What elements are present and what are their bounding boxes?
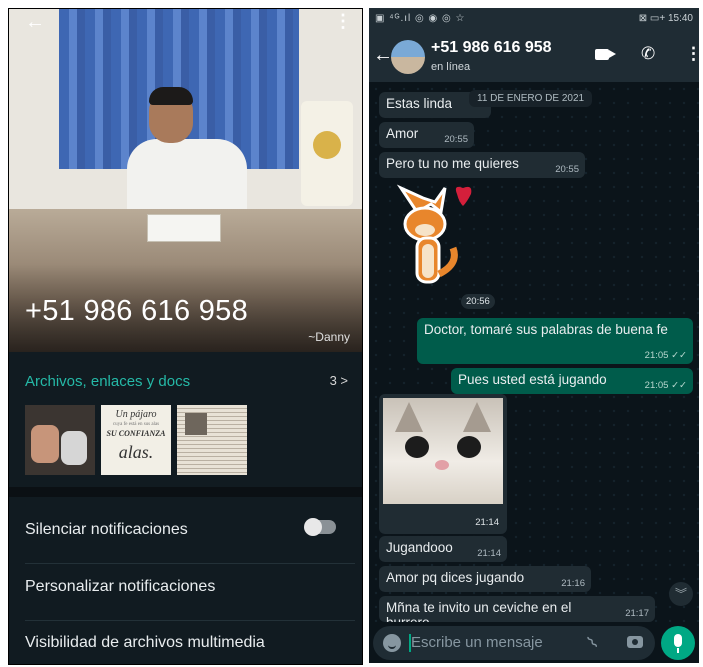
message-time: 21:05 ✓✓ [644, 350, 687, 361]
crying-cat-image[interactable] [383, 398, 503, 504]
media-visibility-setting[interactable]: Visibilidad de archivos multimedia [25, 634, 265, 652]
contact-info-panel: ← ⋮ +51 986 616 958 ~Danny Archivos, enl… [8, 8, 363, 665]
camera-icon[interactable] [627, 636, 643, 648]
date-chip: 11 DE ENERO DE 2021 [469, 90, 593, 107]
person-shirt [127, 139, 247, 219]
contact-avatar[interactable] [391, 40, 425, 74]
message-outgoing[interactable]: Pues usted está jugando 21:05 ✓✓ [451, 368, 693, 394]
status-left-icons: ▣ ⁴ᴳ.ıl ◎ ◉ ◎ ☆ [375, 13, 466, 24]
media-thumb-quote[interactable]: Un pájaro cuya fe está en sus alas SU CO… [101, 405, 171, 475]
thumb-figure [31, 425, 59, 463]
status-bar: ▣ ⁴ᴳ.ıl ◎ ◉ ◎ ☆ ⊠ ▭+ 15:40 [369, 8, 699, 30]
media-thumb-photo[interactable] [25, 405, 95, 475]
photo-flag [301, 101, 353, 206]
message-placeholder[interactable]: Escribe un mensaje [411, 634, 543, 651]
quote-line: SU CONFIANZA [106, 429, 166, 438]
message-list[interactable]: Estas linda 11 DE ENERO DE 2021 Amor 20:… [369, 82, 699, 622]
photo-nameplate [147, 214, 221, 242]
back-arrow-icon[interactable]: ← [25, 11, 45, 34]
image-message[interactable]: 21:14 [379, 394, 507, 534]
chat-contact-status: en línea [431, 61, 471, 73]
dog-sticker[interactable] [387, 182, 477, 290]
settings-separator [25, 563, 355, 564]
quote-line: alas. [118, 442, 154, 462]
mic-icon [674, 634, 682, 653]
message-incoming[interactable]: Pero tu no me quieres 20:55 [379, 152, 585, 178]
message-text: Estas linda [386, 96, 453, 111]
person-hair [149, 87, 193, 105]
media-thumb-newspaper[interactable] [177, 405, 247, 475]
photo-person [127, 87, 247, 219]
message-incoming[interactable]: Amor pq dices jugando 21:16 [379, 566, 591, 592]
toggle-knob [304, 518, 322, 536]
chat-contact-name[interactable]: +51 986 616 958 [431, 39, 552, 57]
message-time: 20:55 [444, 134, 468, 145]
message-text: Mñna te invito un ceviche en el burrero [386, 600, 572, 622]
message-incoming[interactable]: Mñna te invito un ceviche en el burrero … [379, 596, 655, 622]
phone-call-icon[interactable]: ✆ [641, 44, 655, 64]
message-time: 20:55 [555, 164, 579, 175]
mute-notifications-setting[interactable]: Silenciar notificaciones [25, 521, 188, 539]
more-options-icon[interactable]: ⋮ [685, 44, 699, 64]
mic-button[interactable] [661, 626, 695, 660]
cat-eye [457, 436, 481, 458]
chat-header: ← +51 986 616 958 en línea ✆ ⋮ [369, 30, 699, 82]
message-incoming[interactable]: Amor 20:55 [379, 122, 474, 148]
contact-nickname: ~Danny [308, 330, 350, 344]
message-text: Amor [386, 126, 419, 141]
message-text: Amor pq dices jugando [386, 570, 525, 585]
composer-bar: Escribe un mensaje ⌇ [369, 622, 699, 663]
message-time: 21:05 ✓✓ [644, 380, 687, 391]
settings-separator [25, 620, 355, 621]
status-right-clock: ⊠ ▭+ 15:40 [638, 13, 693, 24]
message-time: 21:14 [475, 517, 499, 528]
cat-ear [395, 402, 423, 432]
video-call-icon[interactable] [595, 49, 616, 60]
cat-ear [463, 402, 491, 432]
message-text: Pues usted está jugando [458, 372, 607, 387]
message-outgoing[interactable]: Doctor, tomaré sus palabras de buena fe … [417, 318, 693, 364]
emoji-icon[interactable] [383, 634, 401, 652]
message-incoming[interactable]: Jugandooo 21:14 [379, 536, 507, 562]
message-time: 21:14 [477, 548, 501, 559]
more-options-icon[interactable]: ⋮ [334, 11, 352, 32]
section-divider [9, 487, 362, 497]
newspaper-photo [185, 413, 207, 435]
contact-phone-number: +51 986 616 958 [25, 295, 249, 327]
custom-notifications-setting[interactable]: Personalizar notificaciones [25, 578, 215, 596]
media-section-title[interactable]: Archivos, enlaces y docs [25, 373, 190, 390]
profile-photo[interactable]: ← ⋮ +51 986 616 958 ~Danny [9, 9, 362, 352]
message-time: 21:17 [625, 608, 649, 619]
message-input[interactable]: Escribe un mensaje ⌇ [373, 626, 655, 660]
mute-toggle[interactable] [304, 518, 336, 536]
back-arrow-icon[interactable]: ← [373, 44, 393, 67]
message-text: Jugandooo [386, 540, 453, 555]
attach-icon[interactable]: ⌇ [584, 633, 603, 654]
message-time: 21:16 [561, 578, 585, 589]
quote-line: cuya fe está en sus alas [112, 422, 160, 427]
cat-eye [405, 436, 429, 458]
thumb-figure [61, 431, 87, 465]
scroll-down-button[interactable]: ︾ [669, 582, 693, 606]
media-count[interactable]: 3 > [330, 373, 348, 388]
quote-line: Un pájaro [115, 409, 157, 420]
cat-nose [435, 460, 449, 470]
message-text: Doctor, tomaré sus palabras de buena fe [424, 322, 668, 337]
message-text: Pero tu no me quieres [386, 156, 519, 171]
chat-panel: ▣ ⁴ᴳ.ıl ◎ ◉ ◎ ☆ ⊠ ▭+ 15:40 ← +51 986 616… [369, 8, 699, 663]
media-links-docs-section[interactable]: Archivos, enlaces y docs 3 > Un pájaro c… [9, 359, 362, 487]
flag-seal [313, 131, 341, 159]
sticker-time: 20:56 [461, 294, 495, 309]
